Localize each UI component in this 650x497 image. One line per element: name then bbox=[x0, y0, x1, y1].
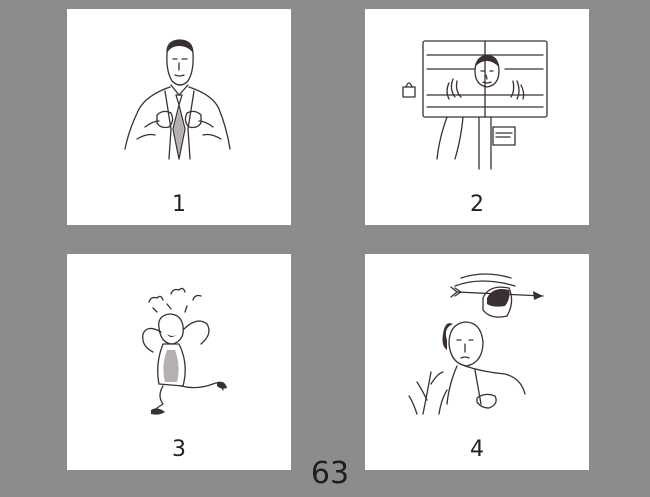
picture-card-4[interactable]: 4 bbox=[365, 254, 589, 470]
picture-card-2[interactable]: 2 bbox=[365, 9, 589, 225]
card-number: 1 bbox=[172, 192, 186, 217]
picture-card-3[interactable]: 3 bbox=[67, 254, 291, 470]
card-number: 2 bbox=[470, 192, 484, 217]
picture-card-1[interactable]: 1 bbox=[67, 9, 291, 225]
page-number: 63 bbox=[310, 456, 350, 491]
